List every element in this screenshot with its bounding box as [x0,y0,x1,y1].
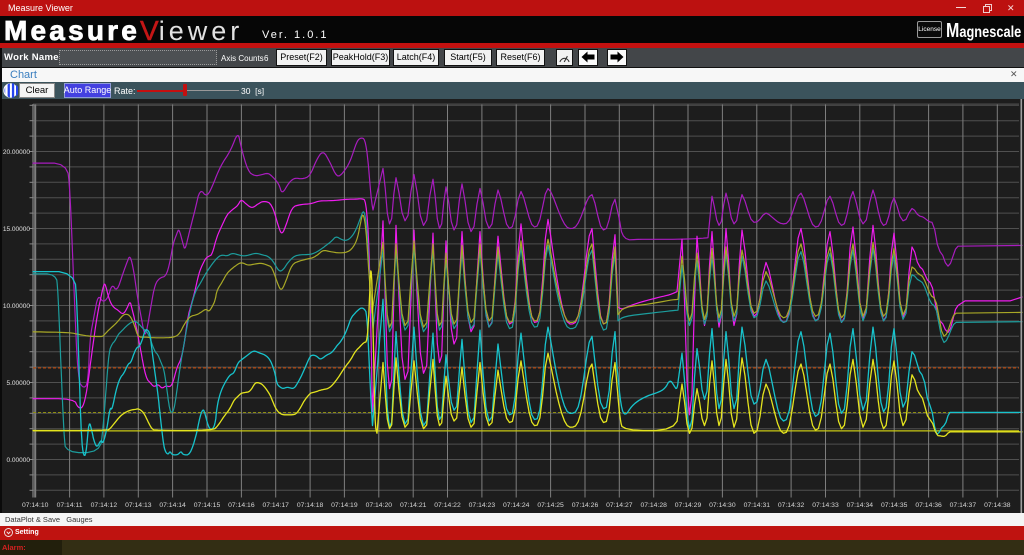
svg-text:07:14:16: 07:14:16 [228,502,255,509]
svg-text:07:14:36: 07:14:36 [915,502,942,509]
svg-text:07:14:25: 07:14:25 [537,502,564,509]
svg-text:20.00000: 20.00000 [3,149,30,156]
svg-text:10.00000: 10.00000 [3,303,30,310]
svg-text:07:14:14: 07:14:14 [159,502,186,509]
svg-text:07:14:20: 07:14:20 [366,502,393,509]
svg-text:07:14:18: 07:14:18 [297,502,324,509]
svg-text:07:14:34: 07:14:34 [847,502,874,509]
svg-text:07:14:29: 07:14:29 [675,502,702,509]
svg-text:15.00000: 15.00000 [3,226,30,233]
svg-text:0.00000: 0.00000 [7,457,31,464]
svg-text:07:14:28: 07:14:28 [640,502,667,509]
svg-text:07:14:19: 07:14:19 [331,502,358,509]
svg-text:07:14:26: 07:14:26 [572,502,599,509]
svg-text:07:14:11: 07:14:11 [57,502,83,509]
svg-text:07:14:38: 07:14:38 [984,502,1011,509]
svg-text:07:14:17: 07:14:17 [262,502,289,509]
svg-text:07:14:35: 07:14:35 [881,502,908,509]
svg-text:07:14:30: 07:14:30 [709,502,736,509]
svg-text:07:14:13: 07:14:13 [125,502,152,509]
svg-text:07:14:15: 07:14:15 [194,502,221,509]
svg-text:5.00000: 5.00000 [7,380,31,387]
svg-text:07:14:23: 07:14:23 [469,502,496,509]
svg-text:07:14:24: 07:14:24 [503,502,530,509]
svg-text:07:14:22: 07:14:22 [434,502,461,509]
svg-text:07:14:27: 07:14:27 [606,502,633,509]
svg-text:07:14:31: 07:14:31 [744,502,771,509]
svg-text:07:14:33: 07:14:33 [812,502,839,509]
svg-text:07:14:32: 07:14:32 [778,502,805,509]
svg-text:07:14:12: 07:14:12 [91,502,118,509]
svg-text:07:14:21: 07:14:21 [400,502,427,509]
svg-text:07:14:37: 07:14:37 [950,502,977,509]
svg-text:07:14:10: 07:14:10 [22,502,49,509]
